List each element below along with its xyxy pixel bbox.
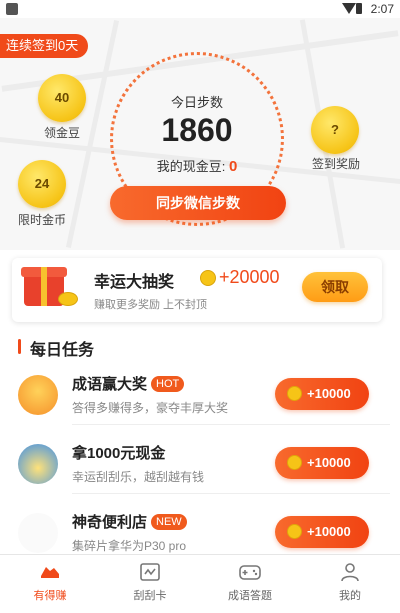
task-title-text: 神奇便利店	[72, 514, 148, 531]
hot-badge: HOT	[151, 376, 185, 392]
task-title: 拿1000元现金	[72, 442, 165, 463]
coin-bubble-signin-label: 签到奖励	[311, 157, 360, 171]
coin-bubble-beans-label: 领金豆	[43, 126, 80, 140]
coin-stack-icon	[58, 292, 78, 306]
tab-scratch-card[interactable]: 刮刮卡	[100, 555, 200, 613]
tab-mine[interactable]: 我的	[300, 555, 400, 613]
task-description: 幸运刮刮乐，越刮越有钱	[72, 470, 205, 484]
task-reward-button[interactable]: +10000	[275, 378, 369, 410]
cash-beans: 我的现金豆: 0	[110, 156, 284, 175]
tab-label: 有得赚	[33, 590, 67, 602]
section-accent-bar	[18, 339, 21, 354]
person-icon	[341, 563, 359, 582]
sync-wechat-steps-button[interactable]: 同步微信步数	[110, 186, 286, 220]
daily-tasks-title: 每日任务	[30, 342, 95, 359]
coin-icon	[287, 455, 302, 470]
idiom-prize-icon	[18, 375, 58, 415]
cash-beans-label: 我的现金豆:	[156, 159, 226, 174]
status-bar: 2:07	[0, 0, 400, 18]
coin-bubble-signin[interactable]: ?	[311, 106, 359, 154]
tab-idiom-quiz[interactable]: 成语答题	[200, 555, 300, 613]
cash-beans-value: 0	[228, 158, 238, 175]
task-title-text: 拿1000元现金	[72, 445, 166, 462]
coin-icon	[287, 386, 302, 401]
task-title-text: 成语赢大奖	[72, 376, 148, 393]
task-reward-value: +10000	[307, 455, 351, 470]
new-badge: NEW	[151, 514, 187, 530]
wifi-icon	[342, 3, 356, 14]
lucky-draw-title: 幸运大抽奖	[94, 274, 175, 291]
scratch-cash-icon	[18, 444, 58, 484]
coin-bubble-beans[interactable]: 40	[38, 74, 86, 122]
task-reward-button[interactable]: +10000	[275, 516, 369, 548]
tab-label: 成语答题	[228, 590, 272, 602]
lucky-draw-amount: +20000	[219, 267, 280, 287]
coin-icon	[200, 270, 216, 286]
task-item[interactable]: 成语赢大奖 HOT 答得多赚得多，豪夺丰厚大奖 +10000	[0, 365, 400, 429]
lucky-draw-subtitle: 赚取更多奖励 上不封顶	[94, 299, 208, 311]
bottom-tab-bar: 有得赚 刮刮卡 成语答题 我的	[0, 554, 400, 613]
coin-icon	[287, 524, 302, 539]
divider	[72, 493, 390, 494]
task-description: 集碎片拿华为P30 pro	[72, 539, 187, 553]
task-reward-value: +10000	[307, 524, 351, 539]
task-description: 答得多赚得多，豪夺丰厚大奖	[72, 401, 229, 415]
store-icon	[18, 513, 58, 553]
coin-bubble-limited-label: 限时金币	[17, 213, 66, 227]
tab-label: 我的	[339, 590, 361, 602]
task-reward-button[interactable]: +10000	[275, 447, 369, 479]
gamepad-icon	[239, 565, 261, 580]
app-notification-icon	[6, 3, 18, 15]
task-title: 神奇便利店 NEW	[72, 511, 187, 532]
task-reward-value: +10000	[307, 386, 351, 401]
coin-bubble-limited[interactable]: 24	[18, 160, 66, 208]
tab-earn[interactable]: 有得赚	[0, 555, 100, 613]
task-title: 成语赢大奖 HOT	[72, 373, 185, 394]
shoe-icon	[41, 567, 59, 578]
task-item[interactable]: 拿1000元现金 幸运刮刮乐，越刮越有钱 +10000	[0, 434, 400, 498]
battery-icon	[356, 3, 362, 14]
today-steps-value: 1860	[161, 112, 233, 148]
lucky-draw-card[interactable]: 幸运大抽奖 +20000 赚取更多奖励 上不封顶 领取	[12, 258, 382, 322]
claim-button[interactable]: 领取	[302, 272, 368, 302]
today-steps-label: 今日步数	[170, 95, 223, 110]
scratch-card-icon	[140, 563, 160, 581]
status-time: 2:07	[370, 2, 394, 16]
tab-label: 刮刮卡	[133, 590, 167, 602]
signin-streak-badge[interactable]: 连续签到0天	[0, 34, 89, 58]
divider	[72, 424, 390, 425]
